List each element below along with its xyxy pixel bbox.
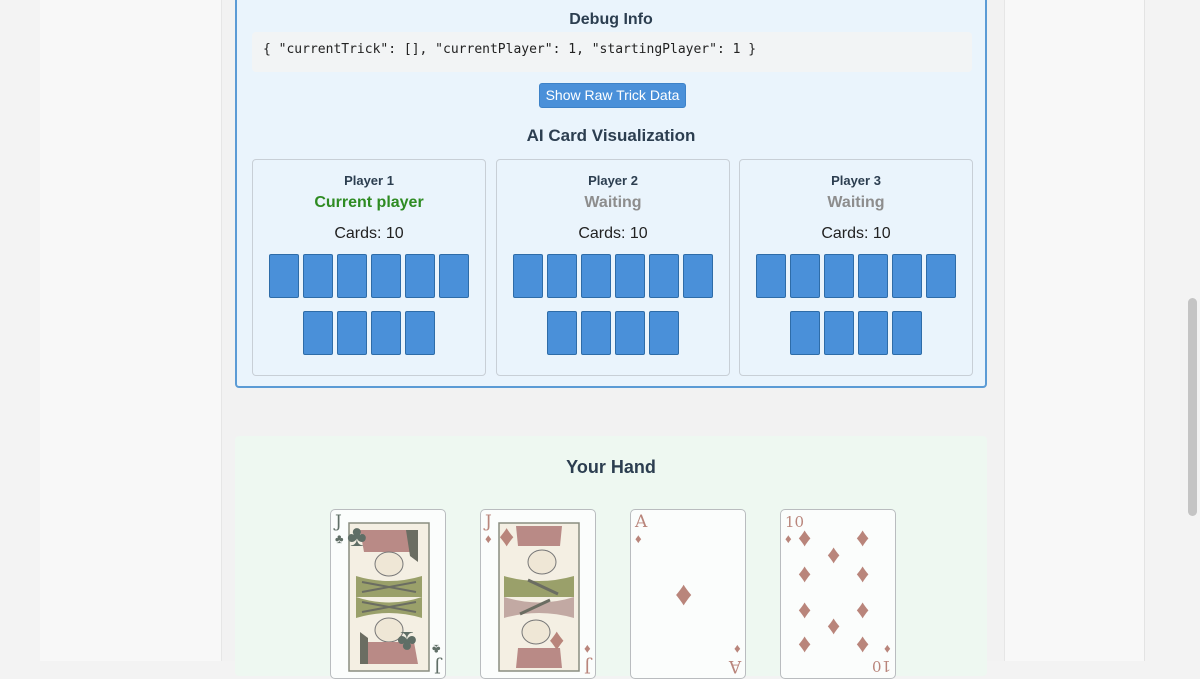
ai-card-back xyxy=(405,254,435,298)
diamond-pip-icon: ♦ xyxy=(798,522,812,552)
ai-card-back xyxy=(513,254,543,298)
diamond-suit-icon: ♦ xyxy=(485,531,492,546)
scrollbar-thumb[interactable] xyxy=(1188,298,1197,516)
ai-card-back xyxy=(824,254,854,298)
ai-card-back xyxy=(337,311,367,355)
ai-card-back xyxy=(649,254,679,298)
diamond-pip-icon: ♦ xyxy=(499,520,515,553)
player-name: Player 1 xyxy=(344,173,394,188)
player-status: Current player xyxy=(314,194,424,211)
diamond-suit-icon: ♦ xyxy=(635,531,642,546)
player-name: Player 2 xyxy=(588,173,638,188)
card-rank: A xyxy=(728,656,741,676)
ai-card-back xyxy=(892,311,922,355)
diamond-suit-icon: ♦ xyxy=(734,642,741,657)
ai-card-back xyxy=(547,254,577,298)
diamond-pip-icon: ♦ xyxy=(856,628,870,658)
diamond-pip-icon: ♦ xyxy=(827,539,841,569)
player-card-count: Cards: 10 xyxy=(334,225,404,242)
club-suit-icon: ♣ xyxy=(335,531,344,546)
player-card-count: Cards: 10 xyxy=(821,225,891,242)
diamond-pip-icon: ♦ xyxy=(798,558,812,588)
ai-card-back xyxy=(371,311,401,355)
debug-json: { "currentTrick": [], "currentPlayer": 1… xyxy=(252,32,972,72)
ai-card-back xyxy=(858,254,888,298)
ai-card-back xyxy=(615,311,645,355)
diamond-pip-icon: ♦ xyxy=(856,594,870,624)
your-hand-panel: Your Hand J ♣ ♣ ♣ ♣ J J ♦ ♦ ♦ ♦ J A ♦ ♦ … xyxy=(235,436,987,679)
ai-card-back xyxy=(439,254,469,298)
player-panel-1: Player 1 Current player Cards: 10 xyxy=(252,159,486,376)
club-pip-icon: ♣ xyxy=(347,520,367,553)
ai-visualization-title: AI Card Visualization xyxy=(526,126,696,145)
hand-card-jack-of-clubs[interactable]: J ♣ ♣ ♣ ♣ J xyxy=(330,509,446,679)
show-raw-trick-data-button[interactable]: Show Raw Trick Data xyxy=(539,83,686,108)
hand-card-ten-of-diamonds[interactable]: 10 ♦ ♦ ♦ ♦ ♦ ♦ ♦ ♦ ♦ ♦ ♦ ♦ 10 xyxy=(780,509,896,679)
debug-panel: Debug Info { "currentTrick": [], "curren… xyxy=(235,0,987,388)
ai-card-back xyxy=(405,311,435,355)
card-rank: 10 xyxy=(871,657,891,675)
diamond-pip-icon: ♦ xyxy=(798,594,812,624)
page-left-gutter xyxy=(0,0,41,661)
player-panel-3: Player 3 Waiting Cards: 10 xyxy=(739,159,973,376)
hand-card-ace-of-diamonds[interactable]: A ♦ ♦ ♦ A xyxy=(630,509,746,679)
ai-card-back xyxy=(926,254,956,298)
ai-card-back xyxy=(790,254,820,298)
hand-card-jack-of-diamonds[interactable]: J ♦ ♦ ♦ ♦ J xyxy=(480,509,596,679)
ai-card-back xyxy=(683,254,713,298)
card-rank: A xyxy=(635,512,648,532)
player-card-count: Cards: 10 xyxy=(578,225,648,242)
player-status: Waiting xyxy=(827,194,885,211)
diamond-pip-icon: ♦ xyxy=(856,558,870,588)
card-rank: J xyxy=(485,512,492,532)
diamond-pip-icon: ♦ xyxy=(827,610,841,640)
ai-card-back xyxy=(269,254,299,298)
club-pip-icon: ♣ xyxy=(397,625,417,658)
player-panel-2: Player 2 Waiting Cards: 10 xyxy=(496,159,730,376)
ai-card-back xyxy=(649,311,679,355)
hand-title: Your Hand xyxy=(566,457,656,477)
ai-card-back xyxy=(581,311,611,355)
player-name: Player 3 xyxy=(831,173,881,188)
diamond-pip-icon: ♦ xyxy=(675,575,693,613)
ai-card-back xyxy=(303,311,333,355)
diamond-pip-icon: ♦ xyxy=(549,625,565,658)
card-rank: J xyxy=(434,656,441,676)
player-status: Waiting xyxy=(584,194,642,211)
ai-card-back xyxy=(547,311,577,355)
ai-card-back xyxy=(581,254,611,298)
ai-card-back xyxy=(892,254,922,298)
card-rank: J xyxy=(584,656,591,676)
ai-card-back xyxy=(756,254,786,298)
ai-card-back xyxy=(337,254,367,298)
card-rank: J xyxy=(335,512,342,532)
debug-title: Debug Info xyxy=(569,11,653,28)
diamond-suit-icon: ♦ xyxy=(584,642,591,657)
ai-card-back xyxy=(371,254,401,298)
ai-card-back xyxy=(858,311,888,355)
club-suit-icon: ♣ xyxy=(432,642,441,657)
ai-card-back xyxy=(615,254,645,298)
ai-card-back xyxy=(824,311,854,355)
diamond-pip-icon: ♦ xyxy=(798,628,812,658)
diamond-pip-icon: ♦ xyxy=(856,522,870,552)
diamond-suit-icon: ♦ xyxy=(884,642,891,657)
ai-card-back xyxy=(303,254,333,298)
ai-card-back xyxy=(790,311,820,355)
diamond-suit-icon: ♦ xyxy=(785,531,792,546)
